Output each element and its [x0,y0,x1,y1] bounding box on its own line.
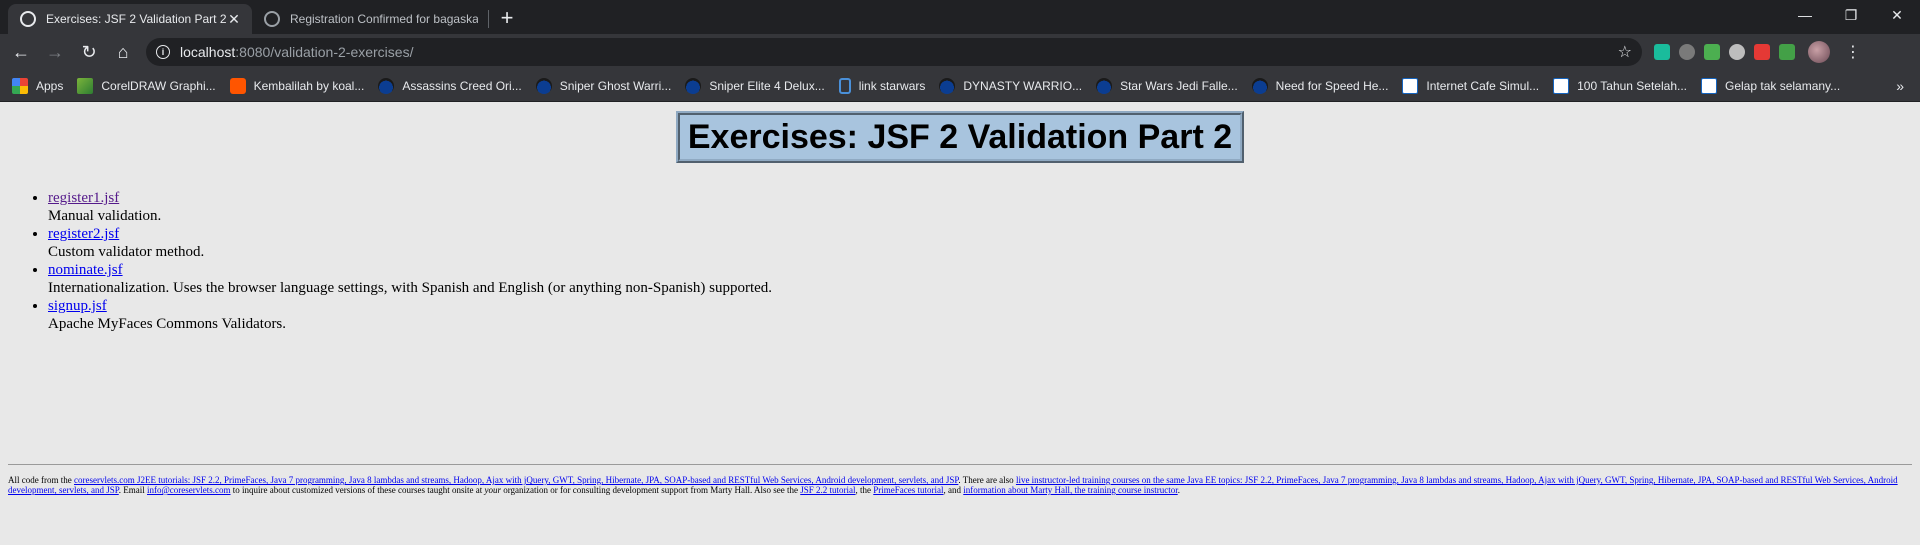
bookmark-item[interactable]: Sniper Ghost Warri... [532,77,682,94]
list-item: signup.jsf Apache MyFaces Commons Valida… [48,297,1920,333]
bookmarks-overflow-button[interactable]: » [1896,78,1912,94]
ninja-icon [939,77,956,94]
ninja-icon [378,77,395,94]
close-window-button[interactable]: ✕ [1874,0,1920,30]
tab-strip: Exercises: JSF 2 Validation Part 2 ✕ Reg… [0,0,1920,34]
apps-icon [12,77,28,94]
ninja-icon [1251,77,1268,94]
info-icon[interactable]: i [156,45,170,59]
footer-link[interactable]: PrimeFaces tutorial [873,485,943,495]
bookmark-star-icon[interactable]: ☆ [1618,42,1632,62]
bookmarks-bar: Apps CorelDRAW Graphi... Kembalilah by k… [0,70,1920,102]
bookmark-item[interactable]: Need for Speed He... [1248,77,1399,94]
exercise-description: Internationalization. Uses the browser l… [48,280,773,296]
home-button[interactable]: ⌂ [108,37,138,67]
exercise-link[interactable]: nominate.jsf [48,262,123,278]
globe-icon [264,11,280,27]
close-tab-icon[interactable]: ✕ [226,11,242,28]
bookmark-item[interactable]: Sniper Elite 4 Delux... [681,77,834,94]
url-host: localhost [180,44,236,60]
bookmark-item[interactable]: Internet Cafe Simul... [1398,77,1549,94]
footer-divider [8,464,1912,465]
exercise-link[interactable]: register1.jsf [48,190,119,206]
k-icon [1553,77,1570,94]
page-title: Exercises: JSF 2 Validation Part 2 [675,111,1245,163]
bookmark-item[interactable]: CorelDRAW Graphi... [73,77,225,94]
extension-green-icon[interactable] [1779,44,1795,60]
list-item: register1.jsf Manual validation. [48,189,1920,225]
k-icon [1701,77,1717,94]
bookmark-item[interactable]: Gelap tak selamany... [1697,77,1850,94]
menu-icon[interactable]: ⋮ [1845,42,1861,62]
url-path: :8080/validation-2-exercises/ [235,44,414,60]
exercise-link[interactable]: register2.jsf [48,226,119,242]
bookmark-item[interactable]: link starwars [835,77,936,94]
k-icon [1402,77,1419,94]
extension-bulb-icon[interactable] [1679,44,1695,60]
exercise-description: Apache MyFaces Commons Validators. [48,316,287,332]
starwars-icon [838,77,851,94]
soundcloud-icon [229,77,246,94]
bookmark-item[interactable]: Star Wars Jedi Falle... [1092,77,1248,94]
minimize-button[interactable]: — [1782,0,1828,30]
exercise-link[interactable]: signup.jsf [48,298,107,314]
extension-leaf-icon[interactable] [1704,44,1720,60]
tab-registration[interactable]: Registration Confirmed for bagaskarait [252,4,488,34]
new-tab-button[interactable]: + [489,5,525,31]
tab-exercises[interactable]: Exercises: JSF 2 Validation Part 2 ✕ [8,4,252,34]
corel-icon [77,77,94,94]
list-item: register2.jsf Custom validator method. [48,225,1920,261]
footer-link[interactable]: information about Marty Hall, the traini… [963,485,1177,495]
extension-circle-icon[interactable] [1729,44,1745,60]
list-item: nominate.jsf Internationalization. Uses … [48,261,1920,297]
exercise-description: Custom validator method. [48,244,205,260]
footer-email-link[interactable]: info@coreservlets.com [147,485,231,495]
address-bar[interactable]: i localhost :8080/validation-2-exercises… [146,38,1642,66]
bookmark-item[interactable]: Kembalilah by koal... [226,77,375,94]
bookmark-apps[interactable]: Apps [8,77,73,94]
window-controls: — ❐ ✕ [1782,0,1920,30]
page-content: Exercises: JSF 2 Validation Part 2 regis… [0,102,1920,545]
tab-title: Registration Confirmed for bagaskarait [290,12,478,26]
globe-icon [20,11,36,27]
bookmark-item[interactable]: 100 Tahun Setelah... [1549,77,1697,94]
tab-title: Exercises: JSF 2 Validation Part 2 [46,12,226,26]
browser-toolbar: ← → ↻ ⌂ i localhost :8080/validation-2-e… [0,34,1920,70]
reload-button[interactable]: ↻ [74,37,104,67]
bookmark-item[interactable]: Assassins Creed Ori... [374,77,531,94]
ninja-icon [1096,77,1113,94]
extension-n-icon[interactable] [1654,44,1670,60]
exercise-list: register1.jsf Manual validation. registe… [0,189,1920,333]
footer-link[interactable]: coreservlets.com J2EE tutorials: JSF 2.2… [74,475,958,485]
forward-button[interactable]: → [40,37,70,67]
footer-link[interactable]: JSF 2.2 tutorial [800,485,855,495]
extensions-area: ⋮ [1654,41,1861,63]
ninja-icon [535,77,552,94]
restore-button[interactable]: ❐ [1828,0,1874,30]
ninja-icon [685,77,702,94]
page-footer: All code from the coreservlets.com J2EE … [8,464,1912,495]
back-button[interactable]: ← [6,37,36,67]
profile-avatar[interactable] [1808,41,1830,63]
extension-red-icon[interactable] [1754,44,1770,60]
footer-text: All code from the coreservlets.com J2EE … [8,475,1898,495]
bookmark-item[interactable]: DYNASTY WARRIO... [935,77,1092,94]
exercise-description: Manual validation. [48,208,162,224]
